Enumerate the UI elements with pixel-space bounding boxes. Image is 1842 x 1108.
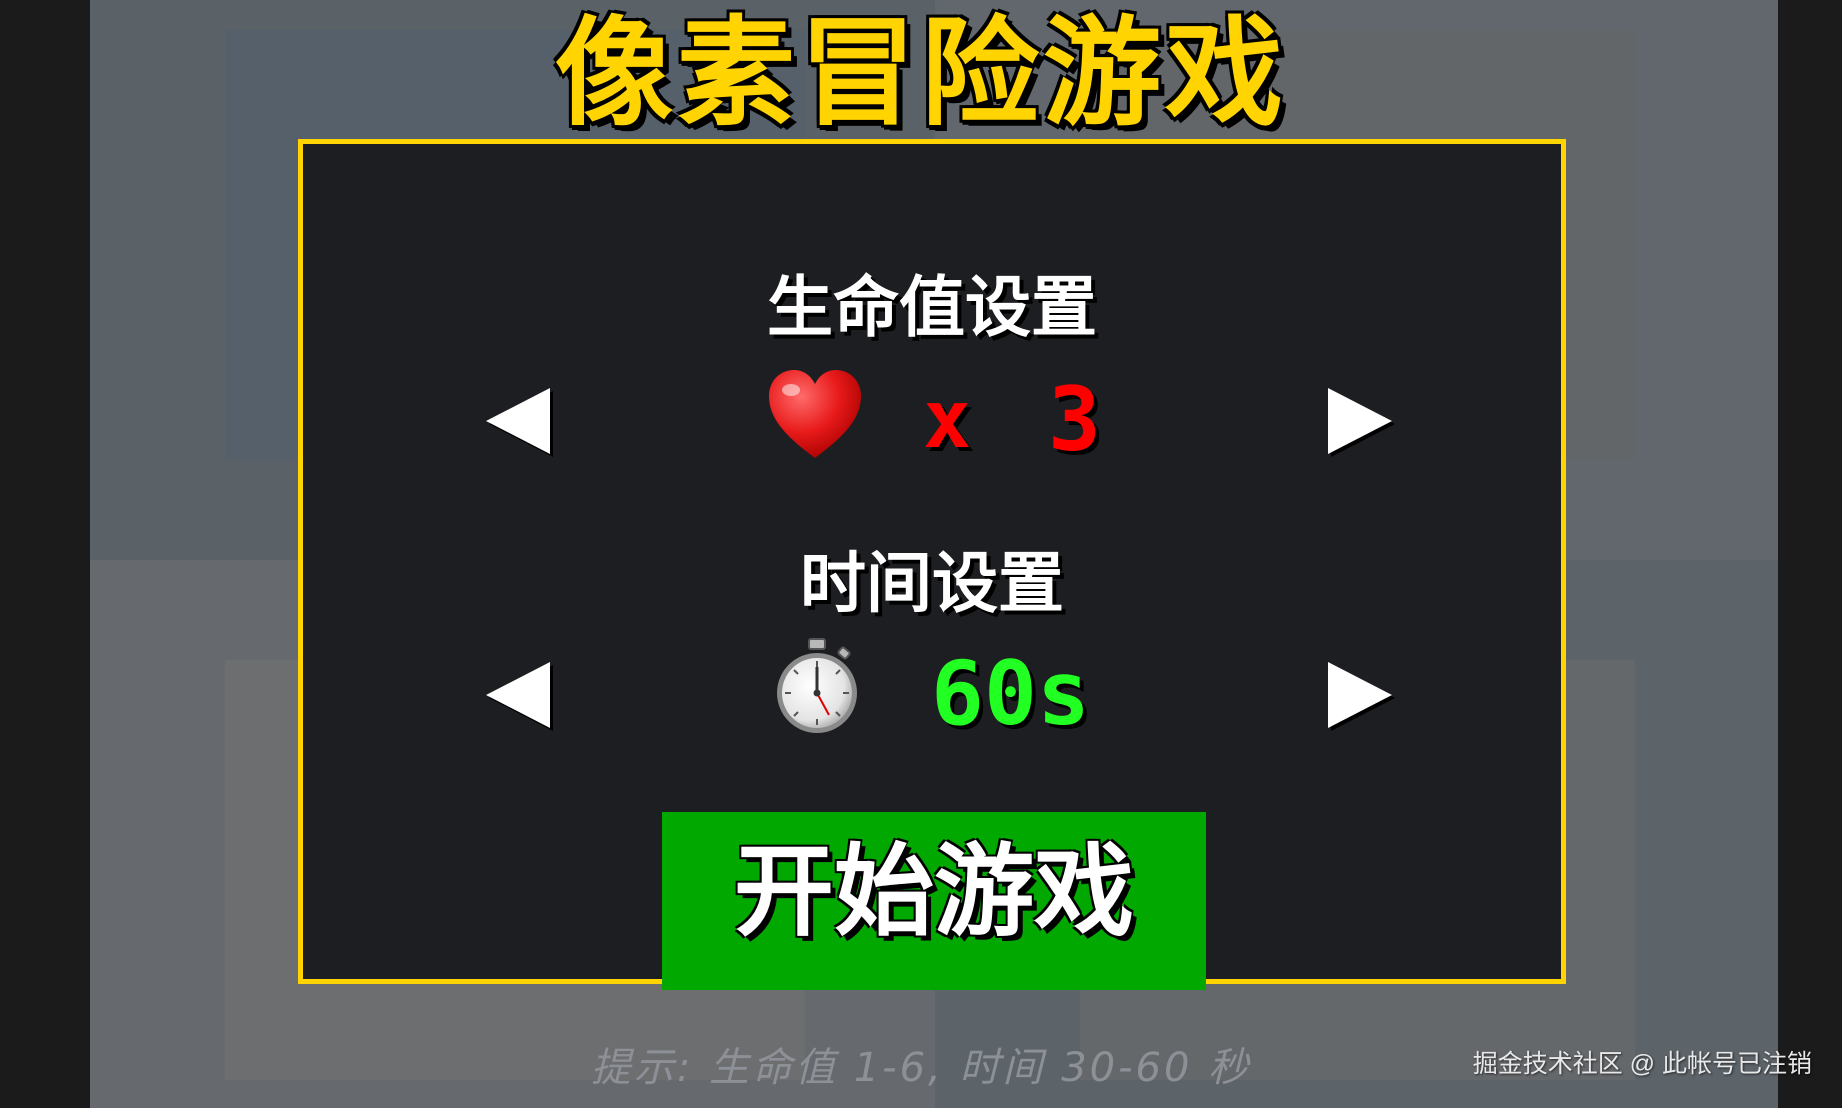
lives-value: 3: [1048, 368, 1101, 471]
lives-multiplier-sign: x: [923, 373, 972, 466]
time-setting-label: 时间设置: [800, 545, 1064, 622]
letterbox-right: [1778, 0, 1842, 1108]
lives-increase-button[interactable]: [1328, 388, 1392, 454]
watermark: 掘金技术社区 @ 此帐号已注销: [1472, 1050, 1812, 1078]
heart-icon: [769, 370, 861, 458]
time-decrease-button[interactable]: [486, 662, 550, 728]
letterbox-left: [0, 0, 90, 1108]
lives-setting-label: 生命值设置: [767, 269, 1097, 346]
start-game-label: 开始游戏: [734, 833, 1134, 950]
start-game-button[interactable]: 开始游戏: [662, 812, 1206, 990]
game-title: 像素冒险游戏: [554, 4, 1287, 142]
stopwatch-icon: [777, 638, 857, 733]
screen: 像素冒险游戏 生命值设置 x 3 时间设置 60s 开始游戏 提示: 生命值 1…: [0, 0, 1842, 1108]
lives-decrease-button[interactable]: [486, 388, 550, 454]
time-value: 60s: [931, 642, 1090, 745]
time-increase-button[interactable]: [1328, 662, 1392, 728]
